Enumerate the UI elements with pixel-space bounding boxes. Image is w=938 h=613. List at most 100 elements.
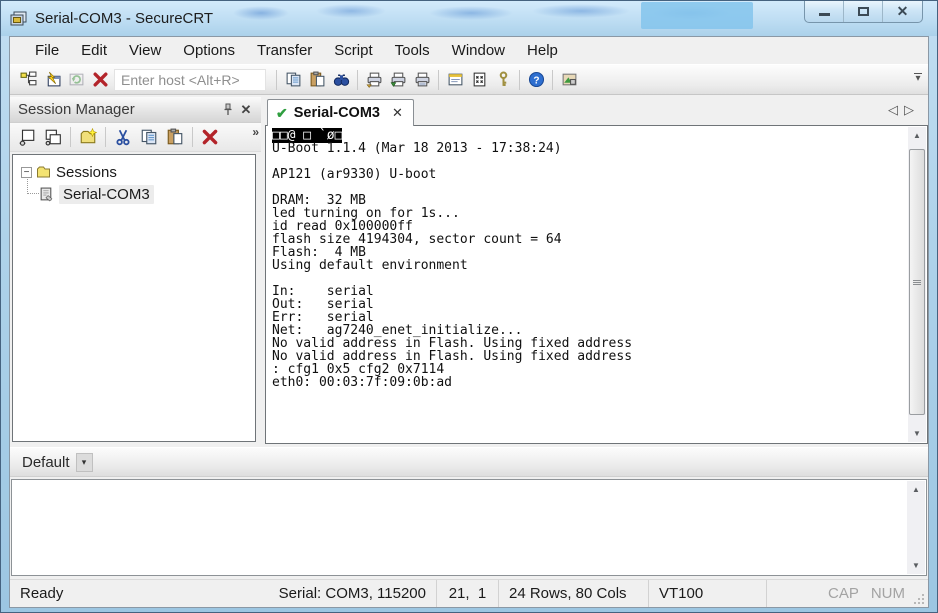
scrollbar-thumb[interactable] <box>909 149 925 415</box>
tab-serial-com3[interactable]: ✔ Serial-COM3 ✕ <box>267 99 414 126</box>
svg-text:?: ? <box>533 75 539 86</box>
paste-button[interactable] <box>305 68 329 92</box>
status-ready: Ready <box>20 585 64 602</box>
toolbar-separator <box>357 69 358 90</box>
titlebar-desktop-artifact <box>641 2 753 29</box>
status-bar: Ready Serial: COM3, 115200 21, 1 24 Rows… <box>10 579 928 607</box>
sm-cut-button[interactable] <box>110 124 136 150</box>
scroll-up-button[interactable]: ▲ <box>907 481 925 498</box>
close-button[interactable]: ✕ <box>883 1 922 22</box>
toolbar-separator <box>70 127 71 147</box>
button-bar-default-button[interactable]: Default <box>22 454 70 471</box>
command-window[interactable]: ▲ ▼ <box>11 479 927 576</box>
session-manager-toggle-button[interactable] <box>16 68 40 92</box>
scroll-down-icon: ▼ <box>913 429 921 438</box>
reconnect-icon <box>69 73 83 86</box>
menu-script[interactable]: Script <box>323 39 383 62</box>
menu-file[interactable]: File <box>24 39 70 62</box>
scissors-icon <box>116 129 130 146</box>
resize-grip[interactable] <box>911 591 925 605</box>
scroll-down-button[interactable]: ▼ <box>908 425 926 442</box>
menu-window[interactable]: Window <box>441 39 516 62</box>
sm-connect-in-tab-button[interactable] <box>40 124 66 150</box>
pin-icon <box>224 103 232 115</box>
help-button[interactable]: ? <box>524 68 548 92</box>
menu-transfer[interactable]: Transfer <box>246 39 323 62</box>
status-cursor-position: 21, 1 <box>435 580 498 607</box>
toolbar-separator <box>192 127 193 147</box>
find-button[interactable] <box>329 68 353 92</box>
tab-scroll-left-icon[interactable]: ◁ <box>888 102 904 117</box>
session-manager-title: Session Manager <box>18 101 135 118</box>
quick-connect-icon <box>46 71 60 87</box>
minimize-icon <box>818 13 830 16</box>
scrollbar-track[interactable] <box>908 144 926 425</box>
key-agent-button[interactable] <box>491 68 515 92</box>
maximize-button[interactable] <box>844 1 883 22</box>
session-tree: − Sessions Serial-COM3 <box>12 154 256 442</box>
scrollbar-track[interactable] <box>907 498 925 557</box>
menu-tools[interactable]: Tools <box>384 39 441 62</box>
connect-in-tab-icon <box>45 129 61 146</box>
sm-paste-button[interactable] <box>162 124 188 150</box>
delete-x-icon <box>202 129 218 145</box>
command-window-scrollbar[interactable]: ▲ ▼ <box>907 481 925 574</box>
minimize-button[interactable] <box>805 1 844 22</box>
disconnect-icon <box>92 72 108 87</box>
tree-node-sessions[interactable]: − Sessions <box>13 161 255 183</box>
keymap-icon <box>562 73 576 86</box>
quick-connect-button[interactable] <box>40 68 64 92</box>
status-num-lock: NUM <box>870 585 905 602</box>
button-bar-dropdown-button[interactable]: ▾ <box>75 452 93 472</box>
terminal-text[interactable]: □□@ □ `ø□ U-Boot 1.1.4 (Mar 18 2013 - 17:… <box>266 126 908 443</box>
terminal-area[interactable]: □□@ □ `ø□ U-Boot 1.1.4 (Mar 18 2013 - 17:… <box>265 125 928 444</box>
copy-icon <box>286 72 300 87</box>
sm-new-session-button[interactable] <box>75 124 101 150</box>
tree-collapse-icon[interactable]: − <box>21 166 32 178</box>
main-toolbar: ? ▾ <box>10 64 928 95</box>
session-manager-header: Session Manager ✕ <box>10 97 261 123</box>
menu-edit[interactable]: Edit <box>70 39 118 62</box>
quick-connect-host-input[interactable] <box>114 68 266 91</box>
scroll-up-icon: ▲ <box>913 131 921 140</box>
app-icon <box>10 11 27 25</box>
sm-connect-button[interactable] <box>14 124 40 150</box>
session-options-button[interactable] <box>443 68 467 92</box>
window-title: Serial-COM3 - SecureCRT <box>35 10 214 27</box>
tree-node-serial-com3[interactable]: Serial-COM3 <box>13 177 255 205</box>
print-preview-icon <box>366 72 381 88</box>
copy-icon <box>141 129 157 145</box>
toolbar-overflow-button[interactable]: ▾ <box>914 73 922 84</box>
disconnect-button[interactable] <box>88 68 112 92</box>
pin-panel-button[interactable] <box>219 101 237 119</box>
tab-close-button[interactable]: ✕ <box>392 105 403 121</box>
close-panel-button[interactable]: ✕ <box>237 101 255 119</box>
new-session-wizard-icon <box>80 128 97 144</box>
button-bar: Default ▾ <box>10 447 928 477</box>
toolbar-separator <box>105 127 106 147</box>
scroll-up-button[interactable]: ▲ <box>908 127 926 144</box>
key-icon <box>499 71 507 87</box>
reconnect-button[interactable] <box>64 68 88 92</box>
tab-scroll-right-icon[interactable]: ▷ <box>904 102 920 117</box>
connected-check-icon: ✔ <box>276 104 288 121</box>
menu-help[interactable]: Help <box>516 39 569 62</box>
terminal-scrollbar[interactable]: ▲ ▼ <box>908 127 926 442</box>
sm-delete-button[interactable] <box>197 124 223 150</box>
overflow-chevron-icon: ▾ <box>915 73 921 84</box>
run-script-button[interactable] <box>467 68 491 92</box>
app-window: Serial-COM3 - SecureCRT ✕ File Edit View… <box>0 0 938 613</box>
scroll-down-icon: ▼ <box>912 561 920 570</box>
sm-toolbar-overflow-button[interactable]: » <box>252 125 259 139</box>
print-button[interactable] <box>410 68 434 92</box>
print-setup-button[interactable] <box>386 68 410 92</box>
keymap-editor-button[interactable] <box>557 68 581 92</box>
print-preview-button[interactable] <box>362 68 386 92</box>
copy-button[interactable] <box>281 68 305 92</box>
status-caps-lock: CAP <box>827 585 859 602</box>
sm-copy-button[interactable] <box>136 124 162 150</box>
menu-options[interactable]: Options <box>172 39 246 62</box>
menu-view[interactable]: View <box>118 39 172 62</box>
connect-session-icon <box>19 129 35 146</box>
scroll-down-button[interactable]: ▼ <box>907 557 925 574</box>
